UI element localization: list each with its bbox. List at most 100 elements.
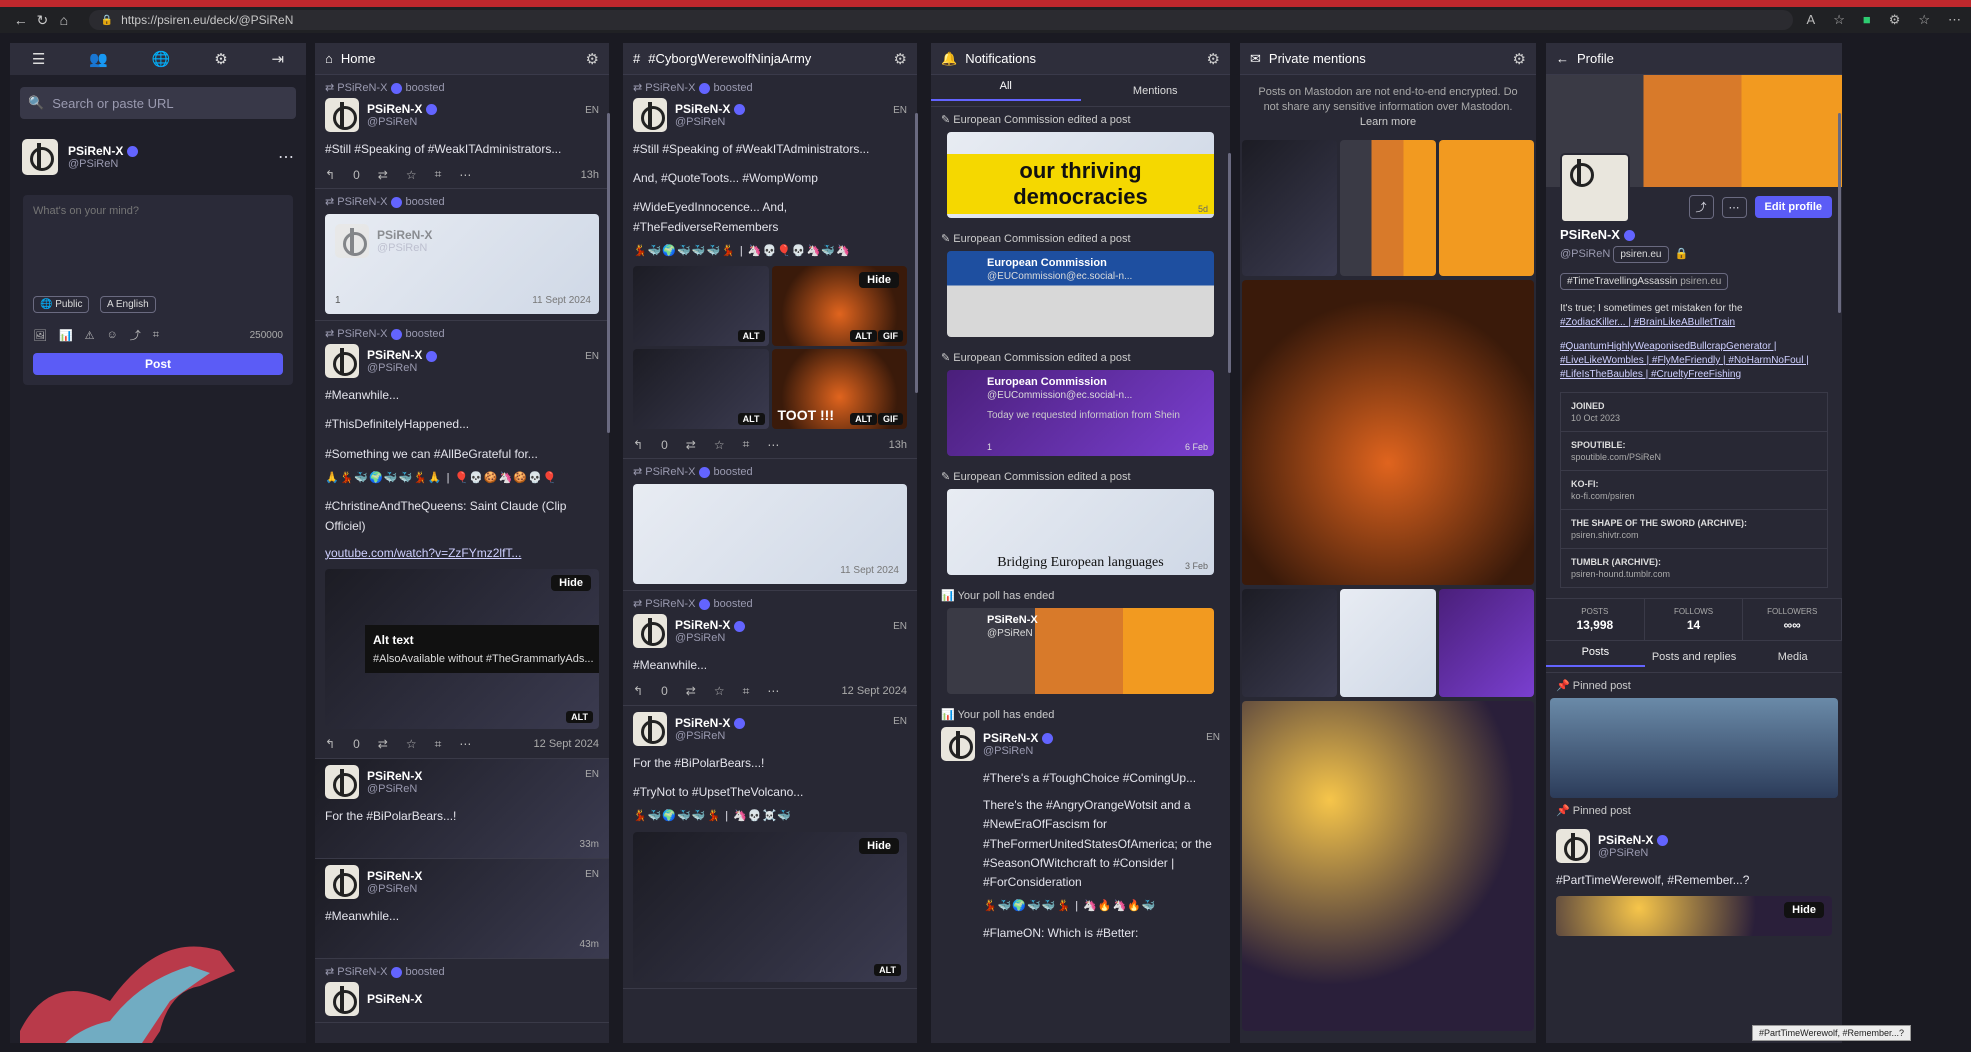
edit-profile-button[interactable]: Edit profile [1754, 196, 1832, 218]
timestamp[interactable]: 13h [581, 169, 599, 181]
boost-icon[interactable]: ⇄ [378, 168, 388, 182]
status[interactable]: ⇄ PSiReN-X boosted PSiReN-X [315, 959, 609, 1023]
author-name[interactable]: PSiReN-X [367, 769, 422, 783]
alt-button[interactable]: ALT [850, 330, 877, 343]
author-name[interactable]: PSiReN-X [367, 102, 422, 116]
hide-button[interactable]: Hide [1784, 902, 1824, 919]
featured-tag-link[interactable]: #TimeTravellingAssassin psiren.eu [1560, 273, 1729, 290]
settings-icon[interactable]: ⚙ [1207, 50, 1220, 68]
extensions-icon[interactable]: ⚙ [1889, 12, 1901, 28]
status[interactable]: PSiReN-X @PSiReN EN For the #BiPolarBears… [623, 706, 917, 989]
back-icon[interactable]: ← [10, 12, 32, 28]
favourite-icon[interactable]: ☆ [714, 684, 725, 698]
author-name[interactable]: PSiReN-X [367, 869, 422, 883]
author-name[interactable]: PSiReN-X [675, 716, 730, 730]
link[interactable]: youtube.com/watch?v=ZzFYmz2lfT... [325, 544, 599, 563]
alt-button[interactable]: ALT [874, 963, 901, 976]
scrollbar[interactable] [1228, 153, 1231, 373]
compose-textarea[interactable] [33, 205, 283, 285]
author-name[interactable]: PSiReN-X [675, 102, 730, 116]
notification[interactable]: ✎ European Commission edited a post Euro… [931, 226, 1230, 337]
boost-icon[interactable]: ⇄ [686, 438, 696, 452]
author-name[interactable]: PSiReN-X [983, 731, 1038, 745]
media-item[interactable]: Hide ALT [633, 831, 907, 982]
alt-button[interactable]: ALT [737, 413, 765, 426]
timestamp[interactable]: 3 Feb [1185, 561, 1208, 571]
notification[interactable]: ✎ European Commission edited a post Euro… [931, 345, 1230, 456]
stat-posts[interactable]: POSTS 13,998 [1546, 599, 1645, 640]
stat-follows[interactable]: FOLLOWS 14 [1645, 599, 1744, 640]
boost-icon[interactable]: ⇄ [378, 737, 388, 751]
settings-icon[interactable]: ⚙ [1513, 50, 1526, 68]
favorite-icon[interactable]: ☆ [1833, 12, 1845, 28]
status-preview[interactable]: European Commission @EUCommission@ec.soc… [947, 370, 1214, 456]
avatar[interactable] [325, 98, 359, 132]
reload-icon[interactable]: ↻ [32, 12, 54, 29]
tab-posts[interactable]: Posts [1546, 646, 1645, 667]
notification[interactable]: ✎ European Commission edited a post our … [931, 107, 1230, 218]
status[interactable]: ⇄ PSiReN-X boosted PSiReN-X @PSiReN EN #S… [315, 75, 609, 190]
author-name[interactable]: PSiReN-X [367, 992, 422, 1006]
search-input[interactable]: 🔍 Search or paste URL [20, 87, 296, 119]
media-item[interactable] [1340, 588, 1436, 697]
timestamp[interactable]: 5d [1198, 204, 1208, 214]
author-name[interactable]: PSiReN-X [1598, 833, 1653, 847]
media-item[interactable] [1242, 279, 1534, 585]
timestamp[interactable]: 12 Sept 2024 [842, 685, 907, 697]
media-item[interactable] [1340, 139, 1436, 276]
media-item[interactable] [1242, 139, 1338, 276]
bookmark-icon[interactable]: ⌗ [435, 167, 442, 182]
extension-icon[interactable]: ■ [1863, 12, 1871, 28]
tab-posts-and-replies[interactable]: Posts and replies [1645, 651, 1744, 663]
bookmark-icon[interactable]: ⌗ [153, 329, 159, 342]
alt-button[interactable]: ALT [737, 330, 765, 343]
notification[interactable]: ✎ European Commission edited a post Brid… [931, 464, 1230, 575]
media-item[interactable]: Hide [1556, 896, 1832, 937]
media-item[interactable]: Hide ALT GIF [771, 266, 907, 347]
favourite-icon[interactable]: ☆ [406, 737, 417, 751]
current-account[interactable]: PSiReN-X @PSiReN ⋯ [10, 131, 306, 183]
more-icon[interactable]: ⋯ [459, 737, 471, 751]
avatar[interactable] [325, 344, 359, 379]
timestamp[interactable]: 12 Sept 2024 [534, 738, 599, 750]
share-icon[interactable]: ⤴ [130, 327, 141, 343]
status-preview[interactable]: Bridging European languages 3 Feb [947, 489, 1214, 575]
status[interactable]: ⇄ PSiReN-X boosted PSiReN-X @PSiReN EN #M… [315, 321, 609, 759]
more-icon[interactable]: ⋯ [767, 438, 779, 452]
profile-avatar[interactable] [1560, 153, 1630, 223]
avatar[interactable] [633, 614, 667, 649]
timestamp[interactable]: 33m [580, 839, 599, 850]
bio-tags[interactable]: #ZodiacKiller... | #BrainLikeABulletTrai… [1560, 316, 1828, 330]
more-icon[interactable]: ⋯ [459, 168, 471, 182]
avatar[interactable] [325, 981, 359, 1016]
share-icon[interactable]: ⤴ [1688, 195, 1714, 219]
media-item[interactable]: ALT [633, 349, 769, 430]
hide-button[interactable]: Hide [551, 574, 591, 591]
lock-icon[interactable]: 🔒 [101, 15, 113, 26]
post-button[interactable]: Post [33, 353, 283, 375]
favorites-icon[interactable]: ☆ [1918, 12, 1930, 28]
home-icon[interactable]: ⌂ [53, 12, 75, 28]
status[interactable]: ⇄ PSiReN-X boosted PSiReN-X @PSiReN EN #M… [623, 591, 917, 706]
media-item[interactable] [1438, 139, 1534, 276]
field-link[interactable]: ko-fi.com/psiren [1571, 491, 1817, 501]
alt-button[interactable]: ALT [566, 710, 593, 723]
settings-icon[interactable]: ⚙ [894, 50, 907, 68]
avatar[interactable] [325, 864, 359, 899]
media-item[interactable]: ALT [633, 266, 769, 347]
scrollbar[interactable] [915, 113, 918, 393]
globe-icon[interactable]: 🌐 [152, 50, 171, 68]
status[interactable]: ⇄ PSiReN-X boosted PSiReN-X @PSiReN EN #S… [623, 75, 917, 460]
hide-button[interactable]: Hide [859, 837, 899, 854]
timestamp[interactable]: 11 Sept 2024 [840, 565, 899, 576]
scrollbar[interactable] [607, 113, 610, 433]
status[interactable]: PSiReN-X @PSiReN EN For the #BiPolarBears… [315, 758, 609, 859]
settings-icon[interactable]: ⚙ [586, 50, 599, 68]
emoji-icon[interactable]: ☺ [107, 329, 118, 341]
hide-button[interactable]: Hide [859, 272, 899, 289]
media-icon[interactable]: 🖼 [33, 329, 47, 342]
status-preview[interactable]: PSiReN-X @PSiReN [947, 608, 1214, 694]
favourite-icon[interactable]: ☆ [714, 438, 725, 452]
bookmark-icon[interactable]: ⌗ [743, 684, 750, 699]
notification[interactable]: 📊 Your poll has ended PSiReN-X @PSiReN EN… [931, 702, 1230, 949]
